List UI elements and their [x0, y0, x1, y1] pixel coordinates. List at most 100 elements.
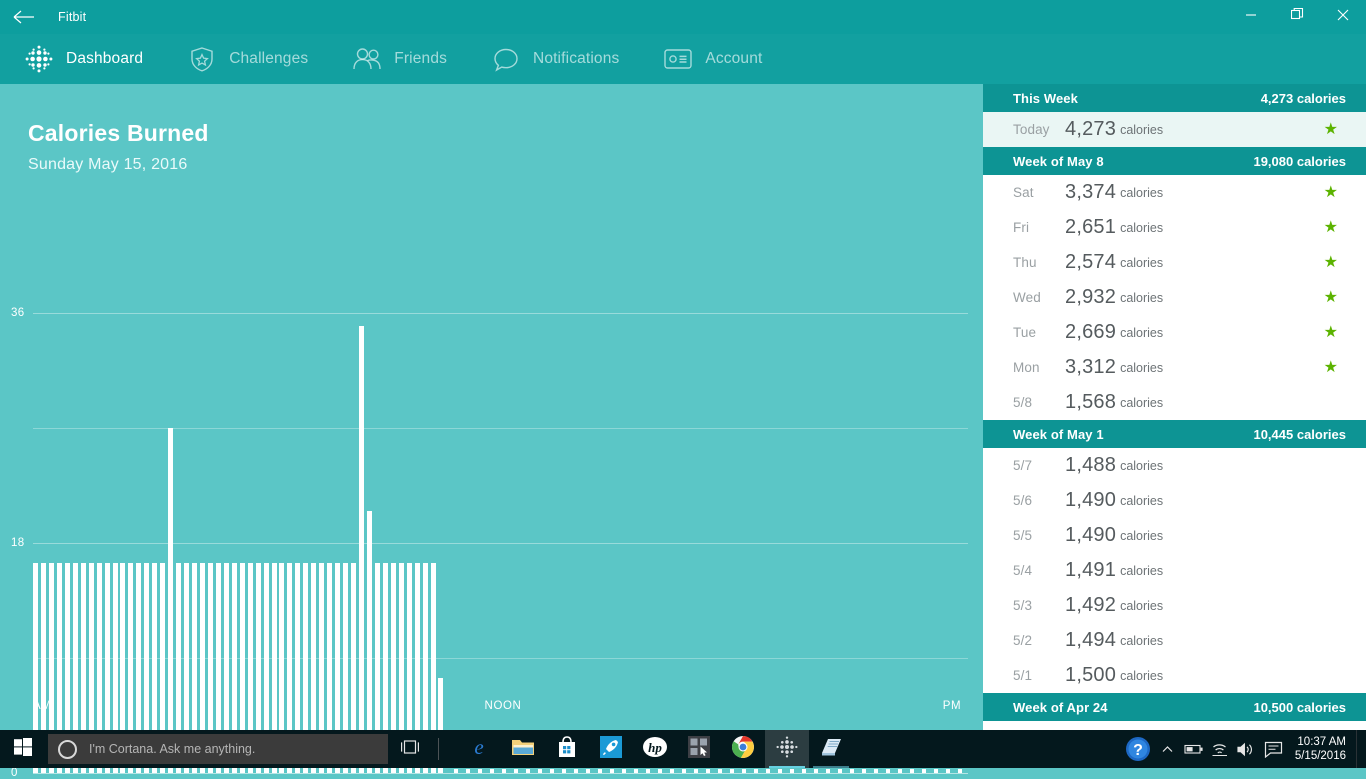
chart-bar[interactable]	[168, 428, 174, 773]
history-row[interactable]: Tue 2,669 calories ★	[983, 315, 1366, 350]
history-row-day: Tue	[1013, 325, 1037, 340]
volume-icon[interactable]	[1233, 730, 1259, 768]
fitbit-app-window: Fitbit Dashboard Challenges Friends Noti…	[0, 0, 1366, 779]
speech-bubble-icon	[489, 42, 523, 76]
show-desktop-button[interactable]	[1356, 730, 1362, 768]
taskbar-app-microsoft-edge[interactable]: e	[457, 730, 501, 768]
taskbar-app-hp[interactable]: hp	[633, 730, 677, 768]
chart-y-tick-label: 18	[11, 537, 25, 549]
chart-gridline	[33, 428, 968, 429]
history-row-value: 3,374	[1065, 181, 1117, 203]
cortana-placeholder-text: I'm Cortana. Ask me anything.	[89, 742, 256, 756]
history-section-header[interactable]: This Week 4,273 calories	[983, 84, 1366, 112]
show-hidden-icons-chevron[interactable]	[1155, 730, 1181, 768]
history-row-value: 2,651	[1065, 216, 1117, 238]
history-row[interactable]: 5/4 1,491 calories	[983, 553, 1366, 588]
nav-item-challenges[interactable]: Challenges	[179, 34, 314, 84]
fitbit-dots-icon	[776, 735, 798, 763]
store-bag-icon	[556, 735, 578, 764]
nav-item-friends[interactable]: Friends	[344, 34, 453, 84]
taskbar-clock[interactable]: 10:37 AM 5/15/2016	[1289, 730, 1356, 768]
history-row[interactable]: Sat 3,374 calories ★	[983, 175, 1366, 210]
start-button[interactable]	[0, 730, 46, 768]
history-row[interactable]: Fri 2,651 calories ★	[983, 210, 1366, 245]
history-row-day: Sat	[1013, 185, 1034, 200]
chart-x-axis-label: AM	[33, 700, 52, 712]
taskbar-app-fitbit[interactable]	[765, 730, 809, 768]
chart-y-tick-label: 0	[11, 767, 18, 779]
help-icon[interactable]: ?	[1121, 730, 1155, 768]
history-row[interactable]: Thu 2,574 calories ★	[983, 245, 1366, 280]
wifi-icon[interactable]	[1207, 730, 1233, 768]
history-row[interactable]: 5/3 1,492 calories	[983, 588, 1366, 623]
goal-met-star-icon: ★	[1323, 120, 1338, 138]
history-section-header[interactable]: Week of May 1 10,445 calories	[983, 420, 1366, 448]
goal-met-star-icon: ★	[1323, 358, 1338, 376]
minimize-button[interactable]	[1228, 0, 1274, 34]
history-row[interactable]: 5/8 1,568 calories	[983, 385, 1366, 420]
history-row-day: Thu	[1013, 255, 1037, 270]
rocket-icon	[599, 735, 623, 764]
history-row[interactable]: 5/1 1,500 calories	[983, 658, 1366, 693]
chart-empty-slot-dot	[682, 769, 687, 773]
taskbar-app-google-chrome[interactable]	[721, 730, 765, 768]
chart-empty-slot-dot	[946, 769, 951, 773]
chart-empty-slot-dot	[502, 769, 507, 773]
taskbar-divider	[438, 738, 439, 760]
task-view-button[interactable]	[388, 730, 432, 768]
history-section-header[interactable]: Week of Apr 24 10,500 calories	[983, 693, 1366, 721]
battery-icon[interactable]	[1181, 730, 1207, 768]
nav-item-dashboard[interactable]: Dashboard	[16, 34, 149, 84]
taskbar-app-touch[interactable]	[677, 730, 721, 768]
history-row-day: Today	[1013, 122, 1050, 137]
history-row[interactable]: Today 4,273 calories ★	[983, 112, 1366, 147]
history-row[interactable]: 5/5 1,490 calories	[983, 518, 1366, 553]
history-row[interactable]: 5/7 1,488 calories	[983, 448, 1366, 483]
history-row[interactable]: Mon 3,312 calories ★	[983, 350, 1366, 385]
section-header-label: Week of May 1	[1013, 426, 1104, 442]
cortana-search-box[interactable]: I'm Cortana. Ask me anything.	[48, 734, 388, 764]
chart-empty-slot-dot	[958, 769, 963, 773]
history-row-unit: calories	[1120, 290, 1164, 305]
back-button[interactable]	[0, 0, 48, 34]
history-row-unit: calories	[1120, 185, 1164, 200]
window-controls	[1228, 0, 1366, 34]
history-sidebar[interactable]: This Week 4,273 calories Today 4,273 calorie…	[975, 84, 1366, 730]
nav-item-account[interactable]: Account	[655, 34, 768, 84]
nav-item-notifications[interactable]: Notifications	[483, 34, 625, 84]
history-row-unit: calories	[1120, 528, 1164, 543]
window-title: Fitbit	[58, 10, 87, 24]
windows-taskbar: I'm Cortana. Ask me anything. e hp ? 10:…	[0, 730, 1366, 768]
history-row-value: 1,568	[1065, 391, 1117, 413]
taskbar-app-rocket[interactable]	[589, 730, 633, 768]
section-header-total: 19,080 calories	[1253, 153, 1346, 169]
history-row-value: 1,500	[1065, 664, 1117, 686]
chart-plot-area[interactable]: 0 18 36	[0, 84, 975, 779]
close-button[interactable]	[1320, 0, 1366, 34]
action-center-icon[interactable]	[1259, 730, 1289, 768]
chart-empty-slot-dot	[934, 769, 939, 773]
taskbar-app-notepad[interactable]	[809, 730, 853, 768]
chart-empty-slot-dot	[886, 769, 891, 773]
chart-empty-slot-dot	[874, 769, 879, 773]
chart-empty-slot-dot	[526, 769, 531, 773]
history-row[interactable]: Wed 2,932 calories ★	[983, 280, 1366, 315]
nav-label-dashboard: Dashboard	[66, 50, 144, 67]
history-row-value: 1,491	[1065, 559, 1117, 581]
notepad-icon	[819, 736, 843, 763]
history-section-header[interactable]: Week of May 8 19,080 calories	[983, 147, 1366, 175]
taskbar-app-file-explorer[interactable]	[501, 730, 545, 768]
history-row[interactable]: 5/2 1,494 calories	[983, 623, 1366, 658]
close-icon	[1337, 8, 1349, 26]
history-row-unit: calories	[1120, 563, 1164, 578]
windows-logo-icon	[14, 737, 32, 761]
goal-met-star-icon: ★	[1323, 288, 1338, 306]
shield-star-icon	[185, 42, 219, 76]
taskbar-app-microsoft-store[interactable]	[545, 730, 589, 768]
svg-text:e: e	[474, 735, 483, 759]
section-header-label: Week of Apr 24	[1013, 699, 1108, 715]
chart-empty-slot-dot	[514, 769, 519, 773]
history-row[interactable]: 5/6 1,490 calories	[983, 483, 1366, 518]
restore-button[interactable]	[1274, 0, 1320, 34]
chart-gridline	[33, 773, 968, 774]
